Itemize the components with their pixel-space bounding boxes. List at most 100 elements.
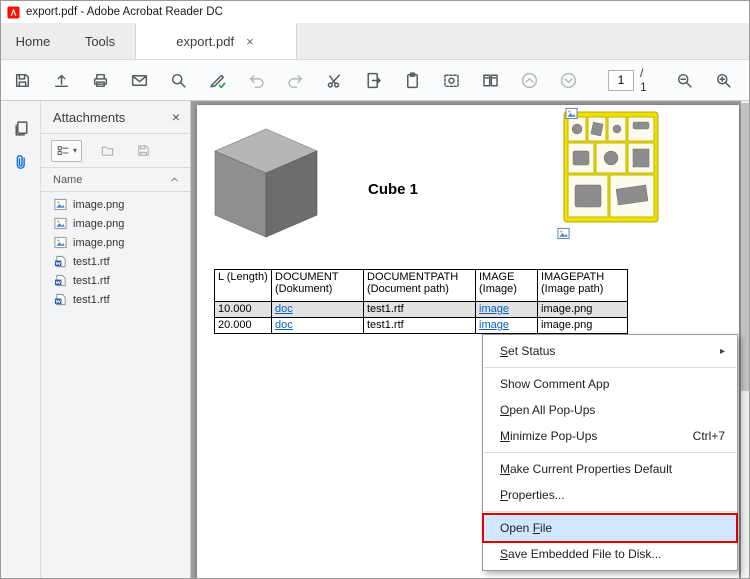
menu-item-label: Properties... <box>500 488 565 502</box>
printer-icon <box>91 71 110 90</box>
menu-item-set-status[interactable]: Set Status ▸ <box>483 338 737 364</box>
nav-attachments-button[interactable] <box>1 145 41 179</box>
tab-document-label: export.pdf <box>176 34 234 49</box>
menu-item-show-comment-app[interactable]: Show Comment App <box>483 371 737 397</box>
nav-pages-button[interactable] <box>1 111 41 145</box>
attachments-options-button[interactable]: ▾ <box>51 140 82 162</box>
scrollbar-thumb[interactable] <box>741 103 749 391</box>
menu-item-label: Save Embedded File to Disk... <box>500 547 661 561</box>
export-button[interactable] <box>360 66 386 94</box>
zoom-in-icon <box>714 71 733 90</box>
table-row: 20.000 doc test1.rtf image image.png <box>215 318 628 334</box>
email-button[interactable] <box>126 66 152 94</box>
list-item[interactable]: test1.rtf <box>41 290 190 309</box>
cut-button[interactable] <box>321 66 347 94</box>
page-up-icon <box>520 71 539 90</box>
data-table: L (Length) DOCUMENT(Dokument) DOCUMENTPA… <box>214 269 628 334</box>
scissors-icon <box>325 71 344 90</box>
menu-item-label: Show Comment App <box>500 377 609 391</box>
previous-page-button[interactable] <box>516 66 542 94</box>
save-attachment-button[interactable] <box>132 140 154 162</box>
search-button[interactable] <box>165 66 191 94</box>
snapshot-icon <box>442 71 461 90</box>
table-row: 10.000 doc test1.rtf image image.png <box>215 302 628 318</box>
zoom-in-button[interactable] <box>710 66 736 94</box>
rtf-file-icon <box>54 255 67 268</box>
pages-icon <box>12 119 31 138</box>
doc-link[interactable]: doc <box>275 319 293 331</box>
list-options-icon <box>56 144 70 158</box>
menu-item-open-all-popups[interactable]: Open All Pop-Ups <box>483 397 737 423</box>
page-count-label: / 1 <box>640 66 649 94</box>
tab-document[interactable]: export.pdf × <box>135 23 297 59</box>
menu-item-properties[interactable]: Properties... <box>483 482 737 508</box>
navigation-rail <box>1 101 41 578</box>
list-item[interactable]: image.png <box>41 233 190 252</box>
menu-shortcut: Ctrl+7 <box>693 429 725 443</box>
rtf-file-icon <box>54 293 67 306</box>
snapshot-button[interactable] <box>438 66 464 94</box>
open-attachment-button[interactable] <box>96 140 118 162</box>
envelope-icon <box>130 71 149 90</box>
chevron-up-icon[interactable] <box>169 174 180 185</box>
save-attachment-icon <box>136 143 151 158</box>
print-button[interactable] <box>87 66 113 94</box>
fill-sign-button[interactable] <box>204 66 230 94</box>
two-page-view-icon <box>481 71 500 90</box>
save-button[interactable] <box>9 66 35 94</box>
redo-button[interactable] <box>282 66 308 94</box>
menu-item-label: Make Current Properties Default <box>500 462 672 476</box>
png-file-icon <box>54 217 67 230</box>
undo-button[interactable] <box>243 66 269 94</box>
redo-icon <box>286 71 305 90</box>
upload-icon <box>52 71 71 90</box>
next-page-button[interactable] <box>555 66 581 94</box>
menu-item-open-file[interactable]: Open File <box>483 515 737 541</box>
menu-separator <box>484 367 736 368</box>
menu-item-make-properties-default[interactable]: Make Current Properties Default <box>483 456 737 482</box>
submenu-arrow-icon: ▸ <box>720 346 725 357</box>
paperclip-icon <box>12 153 31 172</box>
doc-link[interactable]: doc <box>275 303 293 315</box>
name-column-header[interactable]: Name <box>53 174 82 186</box>
list-item[interactable]: test1.rtf <box>41 252 190 271</box>
table-header-row: L (Length) DOCUMENT(Dokument) DOCUMENTPA… <box>215 270 628 302</box>
clipboard-button[interactable] <box>399 66 425 94</box>
zoom-out-button[interactable] <box>671 66 697 94</box>
attachment-annotation-icon[interactable] <box>557 227 570 240</box>
menu-item-label: Open File <box>500 521 552 535</box>
menu-item-label: Set Status <box>500 344 555 358</box>
acrobat-pdf-icon <box>7 6 20 19</box>
panel-close-icon[interactable]: × <box>172 109 180 125</box>
page-number-input[interactable] <box>608 70 634 91</box>
tab-tools[interactable]: Tools <box>65 23 135 59</box>
tab-home[interactable]: Home <box>1 23 65 59</box>
list-item[interactable]: image.png <box>41 214 190 233</box>
attachments-list: image.png image.png image.png test1.rtf … <box>41 192 190 309</box>
list-item[interactable]: image.png <box>41 195 190 214</box>
undo-icon <box>247 71 266 90</box>
context-menu: Set Status ▸ Show Comment App Open All P… <box>482 334 738 571</box>
vertical-scrollbar[interactable] <box>741 101 749 578</box>
pen-check-icon <box>208 71 227 90</box>
image-link[interactable]: image <box>479 303 509 315</box>
acrobat-window: export.pdf - Adobe Acrobat Reader DC Hom… <box>0 0 750 579</box>
menu-item-save-embedded-file[interactable]: Save Embedded File to Disk... <box>483 541 737 567</box>
attachment-annotation-icon[interactable] <box>565 107 578 120</box>
image-link[interactable]: image <box>479 319 509 331</box>
page-view-button[interactable] <box>477 66 503 94</box>
tab-close-icon[interactable]: × <box>244 34 256 49</box>
parts-box-image <box>563 111 659 223</box>
menu-separator <box>484 511 736 512</box>
menu-item-minimize-popups[interactable]: Minimize Pop-Ups Ctrl+7 <box>483 423 737 449</box>
list-item[interactable]: test1.rtf <box>41 271 190 290</box>
menu-item-label: Open All Pop-Ups <box>500 403 595 417</box>
clipboard-icon <box>403 71 422 90</box>
tab-strip: Home Tools export.pdf × <box>1 23 749 59</box>
main-toolbar: / 1 <box>1 59 749 101</box>
open-folder-icon <box>100 143 115 158</box>
menu-item-label: Minimize Pop-Ups <box>500 429 597 443</box>
share-button[interactable] <box>48 66 74 94</box>
menu-separator <box>484 452 736 453</box>
zoom-out-icon <box>675 71 694 90</box>
